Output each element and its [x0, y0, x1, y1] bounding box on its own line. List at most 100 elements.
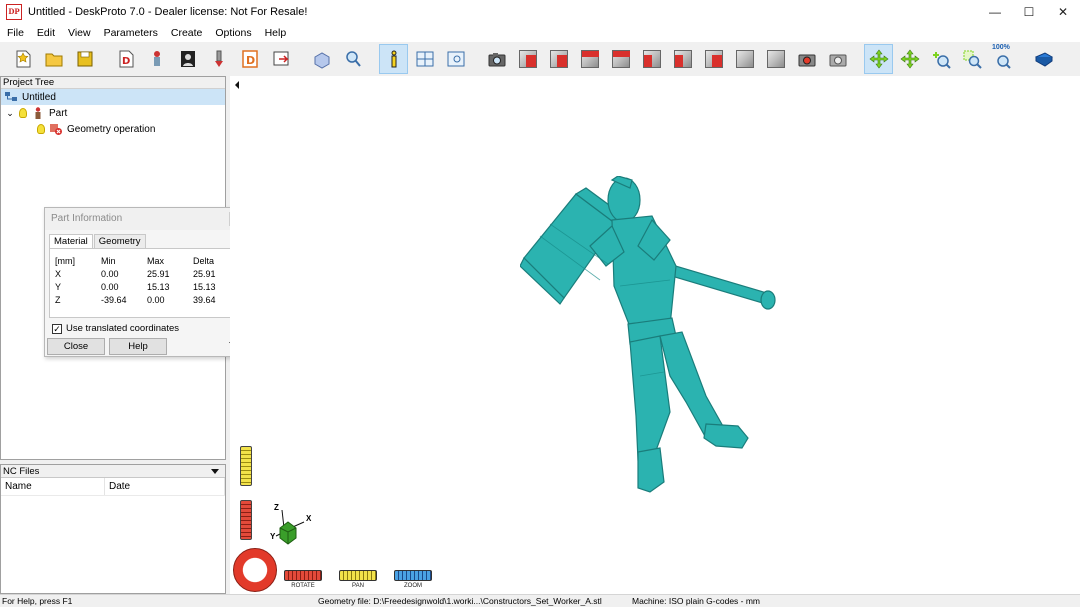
layout-button[interactable]	[410, 44, 439, 74]
table-row: Z -39.64 0.00 39.64	[55, 293, 239, 306]
operation-error-icon	[50, 123, 62, 135]
load-geometry-button[interactable]: D	[111, 44, 140, 74]
simulation-button[interactable]	[307, 44, 336, 74]
magnifier-icon	[345, 51, 361, 67]
menu-file[interactable]: File	[0, 24, 30, 42]
nc-files-header[interactable]: NC Files	[1, 465, 225, 478]
column-header-date[interactable]: Date	[105, 478, 225, 495]
dropdown-arrow-icon[interactable]	[211, 469, 219, 474]
info-icon	[391, 50, 396, 68]
folder-icon	[45, 53, 62, 67]
help-book-button[interactable]	[1029, 44, 1058, 74]
part-info-button[interactable]	[379, 44, 408, 74]
new-project-button[interactable]	[8, 44, 37, 74]
view-left-button[interactable]	[637, 44, 666, 74]
save-button[interactable]	[70, 44, 99, 74]
pan-slider[interactable]	[339, 570, 377, 581]
view-cube-icon	[611, 50, 630, 68]
collapse-panel-icon[interactable]	[235, 81, 239, 89]
floppy-icon	[77, 51, 92, 67]
view-cube-icon	[642, 50, 661, 68]
menu-edit[interactable]: Edit	[30, 24, 61, 42]
bitmap-button[interactable]	[173, 44, 202, 74]
view-shaded-button[interactable]	[730, 44, 759, 74]
tree-item-project[interactable]: Untitled	[1, 89, 225, 105]
tree-item-part[interactable]: ⌄ Part	[1, 105, 225, 121]
status-bar: For Help, press F1 Geometry file: D:\Fre…	[0, 594, 1080, 607]
svg-text:D: D	[246, 54, 255, 67]
toolbar: D D 100%	[0, 42, 1080, 76]
lightbulb-icon[interactable]	[19, 108, 27, 118]
view-front-button[interactable]	[544, 44, 573, 74]
maximize-button[interactable]: ☐	[1012, 0, 1046, 24]
view-cube-icon	[580, 50, 599, 68]
dialog-tabs: Material Geometry	[49, 234, 245, 248]
project-icon	[5, 92, 17, 101]
part-parameters-button[interactable]	[142, 44, 171, 74]
pan-vertical-slider[interactable]	[240, 446, 252, 486]
view-back-button[interactable]	[699, 44, 728, 74]
y-axis-label: Y	[270, 532, 276, 541]
dialog-title-bar[interactable]: Part Information	[45, 208, 245, 230]
help-button[interactable]: Help	[109, 338, 167, 355]
status-help: For Help, press F1	[2, 596, 73, 606]
rotate-arrows-icon	[869, 49, 888, 69]
tab-material[interactable]: Material	[49, 234, 93, 248]
zoom-in-button[interactable]	[926, 44, 955, 74]
zoom-fit-icon	[996, 55, 1011, 69]
screenshot-camera-icon	[829, 54, 846, 67]
toolbar-separator	[854, 45, 864, 73]
close-button[interactable]: Close	[47, 338, 105, 355]
rotate-vertical-slider[interactable]	[240, 500, 252, 540]
rotate-mode-button[interactable]	[864, 44, 893, 74]
menu-options[interactable]: Options	[208, 24, 257, 42]
render-button[interactable]	[792, 44, 821, 74]
view-cube-icon	[766, 50, 785, 68]
menu-view[interactable]: View	[61, 24, 97, 42]
search-button[interactable]	[338, 44, 367, 74]
chevron-down-icon[interactable]: ⌄	[5, 108, 15, 119]
zoom-100-label: 100%	[992, 44, 1010, 51]
zoom-window-icon	[963, 50, 982, 69]
menu-help[interactable]: Help	[258, 24, 293, 42]
rotate-dial[interactable]	[233, 548, 277, 592]
status-geometry-file: Geometry file: D:\Freedesignwold\1.worki…	[318, 596, 602, 606]
close-window-button[interactable]: ✕	[1046, 0, 1080, 24]
pan-mode-button[interactable]	[895, 44, 924, 74]
window-title: Untitled - DeskProto 7.0 - Dealer licens…	[28, 6, 308, 18]
zoom-window-button[interactable]	[957, 44, 986, 74]
view-iso-button[interactable]	[513, 44, 542, 74]
table-cell: X	[55, 268, 62, 279]
tree-item-label: Untitled	[22, 91, 56, 103]
screenshot-button[interactable]	[823, 44, 852, 74]
dialog-buttons: Close Help	[47, 338, 245, 355]
open-button[interactable]	[39, 44, 68, 74]
tab-geometry[interactable]: Geometry	[93, 234, 146, 248]
translated-coords-checkbox[interactable]: ✓	[52, 323, 62, 334]
menu-create[interactable]: Create	[164, 24, 209, 42]
load-geometry-icon: D	[119, 50, 133, 68]
view-right-button[interactable]	[668, 44, 697, 74]
minimize-button[interactable]: —	[978, 0, 1012, 24]
tree-item-geometry-operation[interactable]: Geometry operation	[1, 121, 225, 137]
view-side-button[interactable]	[606, 44, 635, 74]
tree-item-label: Geometry operation	[67, 123, 156, 135]
zoom-100-button[interactable]: 100%	[988, 44, 1017, 74]
preview-button[interactable]	[441, 44, 470, 74]
table-cell: Z	[55, 294, 61, 305]
rotate-slider[interactable]	[284, 570, 322, 581]
tool-button[interactable]	[204, 44, 233, 74]
column-header-name[interactable]: Name	[1, 478, 105, 495]
3d-viewport[interactable]: ROTATE PAN ZOOM Z X Y	[230, 76, 1080, 594]
dimensions-table: [mm] Min Max Delta X 0.00 25.91 25.91 Y …	[55, 254, 239, 306]
view-top-button[interactable]	[575, 44, 604, 74]
lightbulb-icon[interactable]	[37, 124, 45, 134]
3d-model-figure[interactable]	[520, 176, 810, 496]
menu-parameters[interactable]: Parameters	[97, 24, 164, 42]
operation-button[interactable]: D	[235, 44, 264, 74]
camera-view-button[interactable]	[482, 44, 511, 74]
column-header: Max	[147, 255, 165, 266]
zoom-slider[interactable]	[394, 570, 432, 581]
view-wire-button[interactable]	[761, 44, 790, 74]
create-nc-button[interactable]	[266, 44, 295, 74]
